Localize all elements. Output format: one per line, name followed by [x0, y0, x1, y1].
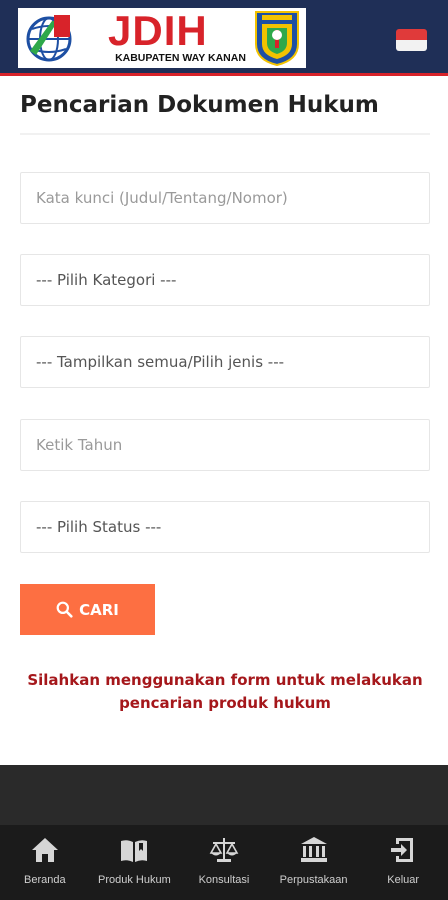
logout-icon: [391, 838, 414, 862]
document-type-select-value: --- Tampilkan semua/Pilih jenis ---: [36, 353, 285, 371]
nav-label-beranda: Beranda: [24, 874, 66, 886]
bottom-nav: Beranda Produk Hukum Konsultasi Perpusta…: [0, 825, 448, 900]
nav-item-keluar[interactable]: Keluar: [358, 825, 448, 900]
document-type-select[interactable]: --- Tampilkan semua/Pilih jenis ---: [20, 336, 430, 388]
search-button-label: CARI: [79, 600, 119, 619]
book-icon: [121, 840, 148, 862]
jdih-logo[interactable]: JDIH KABUPATEN WAY KANAN: [18, 8, 306, 68]
category-select-value: --- Pilih Kategori ---: [36, 271, 177, 289]
indonesia-flag-icon[interactable]: [396, 29, 427, 51]
home-icon: [31, 838, 58, 862]
search-button[interactable]: CARI: [20, 584, 155, 635]
nav-item-perpustakaan[interactable]: Perpustakaan: [269, 825, 359, 900]
title-divider: [20, 133, 430, 135]
nav-item-konsultasi[interactable]: Konsultasi: [179, 825, 269, 900]
logo-subtitle: KABUPATEN WAY KANAN: [115, 52, 246, 64]
search-hint-text: Silahkan menggunakan form untuk melakuka…: [27, 671, 423, 712]
keyword-input[interactable]: [20, 172, 430, 224]
status-select-value: --- Pilih Status ---: [36, 518, 162, 536]
category-select[interactable]: --- Pilih Kategori ---: [20, 254, 430, 306]
nav-label-perpustakaan: Perpustakaan: [279, 874, 348, 886]
top-bar: JDIH KABUPATEN WAY KANAN: [0, 0, 448, 76]
scales-icon: [209, 838, 239, 862]
logo-title: JDIH: [108, 7, 208, 54]
globe-logo-icon: [26, 15, 72, 62]
nav-item-produk-hukum[interactable]: Produk Hukum: [90, 825, 180, 900]
year-input[interactable]: [20, 419, 430, 471]
search-icon: [56, 601, 73, 618]
nav-item-beranda[interactable]: Beranda: [0, 825, 90, 900]
nav-label-produk-hukum: Produk Hukum: [98, 874, 171, 886]
page-title: Pencarian Dokumen Hukum: [20, 92, 379, 118]
library-icon: [300, 837, 327, 862]
regency-crest-icon: [255, 11, 299, 66]
nav-label-keluar: Keluar: [387, 874, 420, 886]
status-select[interactable]: --- Pilih Status ---: [20, 501, 430, 553]
nav-label-konsultasi: Konsultasi: [198, 874, 250, 886]
footer-strip: [0, 765, 448, 825]
